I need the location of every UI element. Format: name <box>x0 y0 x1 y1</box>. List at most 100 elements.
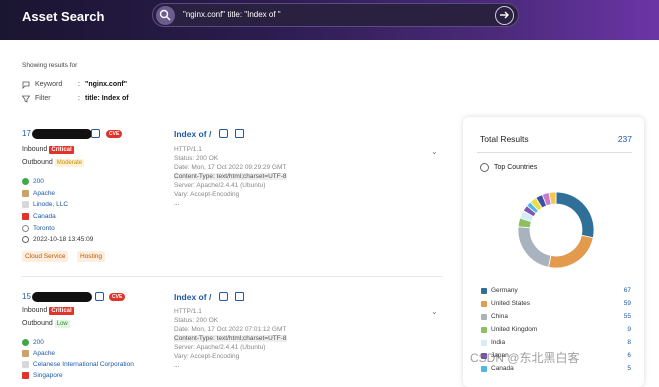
server-icon <box>22 350 29 357</box>
result-divider <box>22 276 442 277</box>
search-box[interactable]: "nginx.conf" title: "Index of " <box>152 3 519 27</box>
legend-swatch <box>481 301 487 307</box>
total-results-panel: Total Results 237 Top Countries Germany 6… <box>463 117 644 387</box>
inbound-row: Inbound Critical <box>22 307 74 315</box>
country-row[interactable]: Canada <box>22 213 56 220</box>
outbound-low-badge: Low <box>54 320 70 328</box>
redaction <box>31 129 92 139</box>
server-stack-icon[interactable] <box>235 129 244 138</box>
detail-line: Content-Type: text/html;charset=UTF-8 <box>174 173 287 180</box>
ellipsis[interactable]: ... <box>174 362 179 369</box>
cve-badge[interactable]: CVE <box>109 293 126 301</box>
legend-swatch <box>481 314 487 320</box>
showing-label: Showing results for <box>22 62 78 69</box>
detail-title[interactable]: Index of / <box>174 129 211 139</box>
clock-icon <box>22 236 29 243</box>
redaction <box>31 292 92 302</box>
legend-label: United Kingdom <box>491 326 538 333</box>
legend-value: 9 <box>627 326 631 333</box>
total-results-value: 237 <box>617 134 632 144</box>
keyword-label: Keyword <box>35 81 63 88</box>
legend-label: Canada <box>491 365 514 372</box>
detail-line: Server: Apache/2.4.41 (Ubuntu) <box>174 182 266 189</box>
filter-value: title: Index of <box>85 95 129 102</box>
total-results-label: Total Results <box>480 134 529 144</box>
outbound-row: Outbound Moderate <box>22 159 85 167</box>
external-link-icon[interactable] <box>219 129 228 138</box>
arrow-right-icon[interactable] <box>495 6 514 25</box>
time-row: 2022-10-18 13:45:09 <box>22 236 93 243</box>
flag-icon <box>22 213 29 220</box>
search-icon[interactable] <box>156 6 175 25</box>
tag-hosting[interactable]: Hosting <box>77 251 106 262</box>
status-dot-icon <box>22 339 29 346</box>
filter-label: Filter <box>35 95 51 102</box>
detail-line: Status: 200 OK <box>174 155 219 162</box>
server-stack-icon[interactable] <box>235 292 244 301</box>
result-ip[interactable]: 15 <box>22 292 92 302</box>
panel-divider <box>477 152 632 153</box>
cve-badge[interactable]: CVE <box>106 130 123 138</box>
inbound-critical-badge: Critical <box>49 307 74 315</box>
detail-line: HTTP/1.1 <box>174 308 202 315</box>
colon: : <box>78 95 80 102</box>
status-row: 200 <box>22 339 44 346</box>
outbound-row: Outbound Low <box>22 320 70 328</box>
inbound-critical-badge: Critical <box>49 146 74 154</box>
detail-line: Content-Type: text/html;charset=UTF-8 <box>174 335 287 342</box>
detail-line: Vary: Accept-Encoding <box>174 353 240 360</box>
watermark: CSDN @东北黑白客 <box>470 351 580 365</box>
outbound-moderate-badge: Moderate <box>54 159 85 167</box>
donut-slice-china[interactable] <box>517 226 552 268</box>
tag-cloud-service[interactable]: Cloud Service <box>22 251 69 262</box>
org-row[interactable]: Linode, LLC <box>22 201 68 208</box>
server-icon <box>22 190 29 197</box>
top-countries-label: Top Countries <box>494 164 538 171</box>
countries-donut-chart[interactable] <box>510 184 602 276</box>
server-row[interactable]: Apache <box>22 190 55 197</box>
external-link-icon[interactable] <box>91 129 100 138</box>
server-row[interactable]: Apache <box>22 350 55 357</box>
location-icon <box>22 225 29 232</box>
legend-value: 5 <box>627 365 631 372</box>
legend-swatch <box>481 327 487 333</box>
chat-icon <box>22 81 30 89</box>
legend-value: 67 <box>623 287 631 294</box>
legend-swatch <box>481 340 487 346</box>
top-bar: Asset Search "nginx.conf" title: "Index … <box>0 0 659 40</box>
legend-label: United States <box>491 300 531 307</box>
legend-label: India <box>491 339 506 346</box>
inbound-row: Inbound Critical <box>22 146 74 154</box>
status-row: 200 <box>22 178 44 185</box>
legend-swatch <box>481 366 487 372</box>
city-row[interactable]: Toronto <box>22 225 55 232</box>
status-dot-icon <box>22 178 29 185</box>
colon: : <box>78 81 80 88</box>
keyword-value: "nginx.conf" <box>85 81 128 88</box>
chevron-down-icon[interactable]: ⌄ <box>431 147 438 156</box>
org-row[interactable]: Celanese International Corporation <box>22 361 134 368</box>
ellipsis[interactable]: ... <box>174 200 179 207</box>
country-row[interactable]: Singapore <box>22 372 63 379</box>
legend-label: Germany <box>491 287 518 294</box>
legend-label: China <box>491 313 508 320</box>
detail-line: Server: Apache/2.4.41 (Ubuntu) <box>174 344 266 351</box>
detail-line: Date: Mon, 17 Oct 2022 09:29:29 GMT <box>174 164 287 171</box>
donut-slice-germany[interactable] <box>555 191 595 239</box>
donut-slice-united-states[interactable] <box>548 234 594 269</box>
external-link-icon[interactable] <box>219 292 228 301</box>
result-ip[interactable]: 17 <box>22 129 92 139</box>
external-link-icon[interactable] <box>95 292 104 301</box>
legend-swatch <box>481 288 487 294</box>
legend-value: 59 <box>623 300 631 307</box>
search-input[interactable]: "nginx.conf" title: "Index of " <box>183 10 281 19</box>
funnel-icon <box>22 95 30 103</box>
legend-value: 55 <box>623 313 631 320</box>
building-icon <box>22 201 29 208</box>
chevron-down-icon[interactable]: ⌄ <box>431 307 438 316</box>
detail-line: Vary: Accept-Encoding <box>174 191 240 198</box>
detail-line: HTTP/1.1 <box>174 146 202 153</box>
legend-value: 8 <box>627 339 631 346</box>
detail-title[interactable]: Index of / <box>174 292 211 302</box>
building-icon <box>22 361 29 368</box>
